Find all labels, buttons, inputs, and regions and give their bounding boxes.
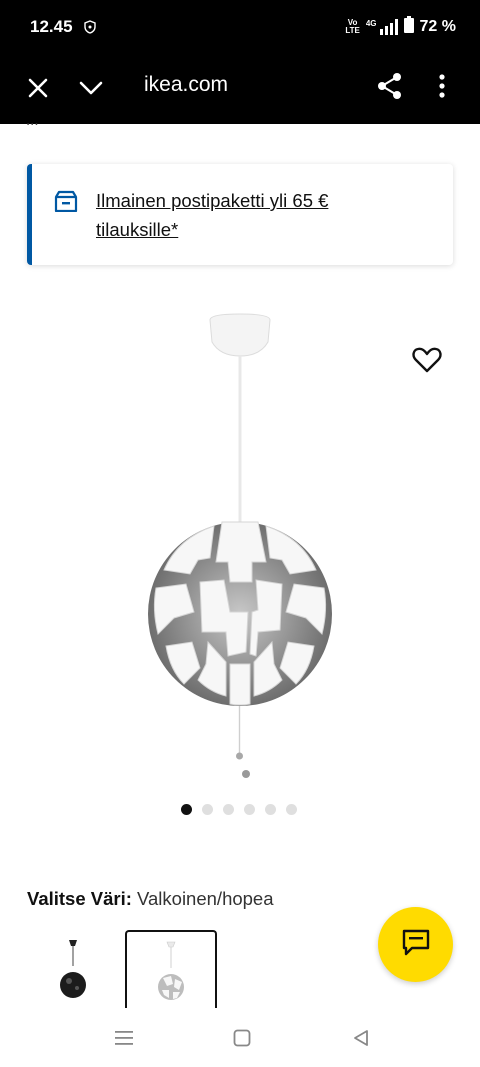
system-navigation-bar xyxy=(0,1008,480,1067)
carousel-dot[interactable] xyxy=(265,804,276,815)
carousel-dot[interactable] xyxy=(181,804,192,815)
back-icon[interactable] xyxy=(349,1026,373,1050)
shield-icon xyxy=(84,20,96,39)
share-icon[interactable] xyxy=(372,68,408,104)
parcel-icon xyxy=(54,190,78,217)
image-carousel-dots xyxy=(181,804,297,815)
more-vertical-icon[interactable] xyxy=(428,68,456,104)
color-swatch-black[interactable] xyxy=(27,930,119,1020)
breadcrumb[interactable]: ... xyxy=(26,112,39,129)
browser-toolbar: ikea.com xyxy=(0,56,480,124)
battery-icon xyxy=(403,16,414,38)
chevron-down-icon[interactable] xyxy=(74,72,108,104)
heart-icon[interactable] xyxy=(412,346,442,379)
status-time: 12.45 xyxy=(30,17,73,36)
free-shipping-banner: Ilmainen postipaketti yli 65 € tilauksil… xyxy=(27,164,453,265)
volte-indicator: Vo LTE xyxy=(345,18,360,35)
close-icon[interactable] xyxy=(22,72,54,104)
color-swatch-white-silver[interactable] xyxy=(125,930,217,1020)
status-bar: 12.45 Vo LTE 4G 72 % xyxy=(0,0,480,56)
carousel-dot[interactable] xyxy=(202,804,213,815)
product-image[interactable] xyxy=(130,312,350,787)
recent-apps-icon[interactable] xyxy=(112,1026,136,1050)
chat-icon xyxy=(401,928,431,961)
color-label: Valitse Väri: xyxy=(27,888,132,909)
color-value: Valkoinen/hopea xyxy=(137,888,274,909)
free-shipping-link[interactable]: Ilmainen postipaketti yli 65 € tilauksil… xyxy=(96,186,396,244)
carousel-dot[interactable] xyxy=(286,804,297,815)
breadcrumb-item[interactable]: ... xyxy=(26,112,39,129)
home-icon[interactable] xyxy=(230,1026,254,1050)
carousel-dot[interactable] xyxy=(223,804,234,815)
status-indicators: Vo LTE 4G 72 % xyxy=(345,16,456,38)
battery-level: 72 % xyxy=(419,18,456,35)
url-text[interactable]: ikea.com xyxy=(144,73,228,97)
signal-icon: 4G xyxy=(366,19,398,35)
chat-button[interactable] xyxy=(378,907,453,982)
carousel-dot[interactable] xyxy=(244,804,255,815)
color-selection: Valitse Väri: Valkoinen/hopea xyxy=(27,888,274,910)
